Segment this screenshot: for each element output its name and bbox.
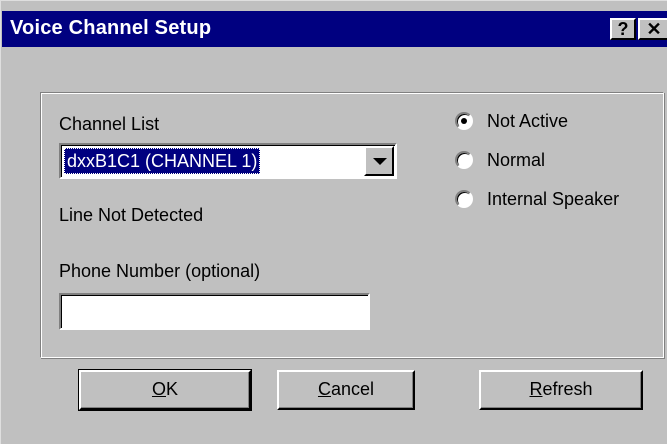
refresh-mnemonic: R [529, 379, 543, 399]
radio-button-icon [455, 151, 473, 169]
help-button[interactable]: ? [610, 18, 636, 40]
ok-label-rest: K [166, 379, 179, 399]
dropdown-arrow-button[interactable] [364, 146, 394, 176]
line-status-text: Line Not Detected [59, 205, 204, 225]
refresh-button[interactable]: Refresh [479, 370, 643, 410]
voice-channel-setup-dialog: Voice Channel Setup ? ✕ Channel List dxx… [0, 0, 667, 444]
cancel-button[interactable]: Cancel [277, 370, 415, 410]
radio-button-icon [455, 112, 473, 130]
phone-number-input[interactable] [61, 295, 368, 328]
phone-number-field-frame [59, 293, 370, 330]
ok-button[interactable]: OK [78, 369, 252, 411]
window-title: Voice Channel Setup [10, 17, 212, 39]
radio-selected-dot-icon [461, 118, 467, 124]
radio-internal-speaker-label: Internal Speaker [487, 188, 620, 209]
ok-mnemonic: O [151, 379, 166, 399]
title-bar[interactable]: Voice Channel Setup ? ✕ [2, 11, 667, 47]
close-icon: ✕ [646, 19, 662, 39]
radio-normal-label: Normal [487, 149, 546, 170]
refresh-label-rest: efresh [542, 379, 593, 399]
channel-list-label: Channel List [59, 114, 160, 134]
cancel-mnemonic: C [317, 379, 331, 399]
radio-not-active-label: Not Active [487, 110, 569, 131]
radio-normal[interactable]: Normal [455, 148, 545, 172]
radio-internal-speaker[interactable]: Internal Speaker [455, 187, 619, 211]
radio-not-active[interactable]: Not Active [455, 109, 568, 133]
radio-button-icon [455, 190, 473, 208]
cancel-label-rest: ancel [330, 379, 375, 399]
channel-list-dropdown[interactable]: dxxB1C1 (CHANNEL 1) [59, 143, 397, 179]
phone-number-label: Phone Number (optional) [59, 261, 261, 281]
channel-list-selected-value: dxxB1C1 (CHANNEL 1) [64, 148, 261, 174]
chevron-down-icon [373, 158, 387, 165]
close-button[interactable]: ✕ [638, 18, 667, 40]
